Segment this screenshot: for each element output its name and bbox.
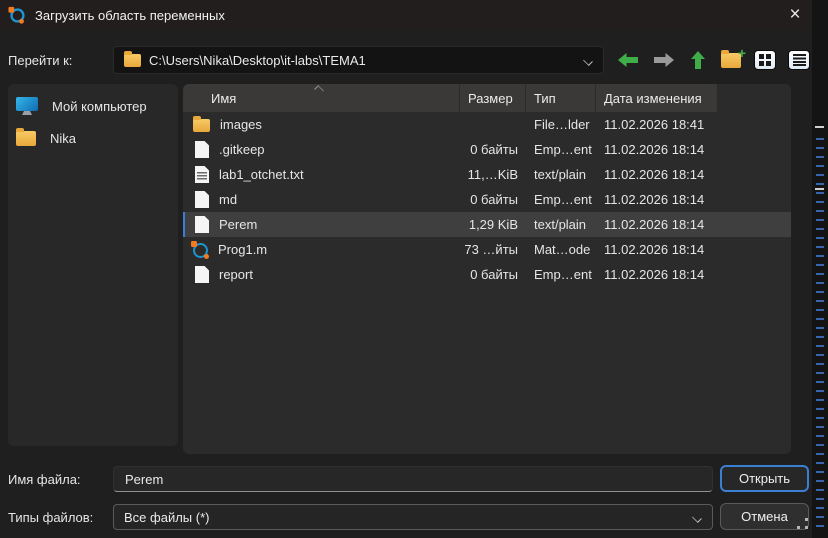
- background-window-sliver: [812, 0, 828, 538]
- table-row[interactable]: Prog1.m 73 …йты Mat…ode 11.02.2026 18:14: [183, 237, 791, 262]
- grid-view-icon: [754, 50, 776, 70]
- resize-grip[interactable]: [797, 517, 811, 531]
- folder-icon: [124, 54, 141, 67]
- path-value: C:\Users\Nika\Desktop\it-labs\TEMA1: [149, 53, 366, 68]
- filetype-label: Типы файлов:: [8, 510, 93, 525]
- file-icon: [195, 141, 209, 158]
- chevron-down-icon: [692, 512, 702, 522]
- sort-ascending-icon: [313, 84, 325, 91]
- background-code-text: [816, 138, 824, 534]
- path-combobox[interactable]: C:\Users\Nika\Desktop\it-labs\TEMA1: [113, 46, 604, 74]
- list-view-button[interactable]: [785, 47, 813, 73]
- octave-file-icon: [193, 243, 208, 258]
- column-header-type[interactable]: Тип: [526, 84, 596, 112]
- folder-icon: [16, 131, 36, 146]
- sidebar-item-home[interactable]: Nika: [8, 122, 178, 154]
- file-icon: [195, 266, 209, 283]
- folder-icon: [193, 119, 210, 132]
- table-row-selected[interactable]: Perem 1,29 KiB text/plain 11.02.2026 18:…: [183, 212, 791, 237]
- file-icon: [195, 191, 209, 208]
- sidebar-item-computer[interactable]: Мой компьютер: [8, 90, 178, 122]
- back-button[interactable]: [614, 47, 642, 73]
- filename-label: Имя файла:: [8, 472, 81, 487]
- title-bar: Загрузить область переменных ×: [0, 0, 812, 30]
- table-row[interactable]: report 0 байты Emp…ent 11.02.2026 18:14: [183, 262, 791, 287]
- filetype-select[interactable]: Все файлы (*): [113, 504, 713, 530]
- places-sidebar: Мой компьютер Nika: [8, 84, 178, 446]
- window-title: Загрузить область переменных: [35, 8, 225, 23]
- cancel-button[interactable]: Отмена: [720, 503, 809, 530]
- up-directory-button[interactable]: [684, 47, 712, 73]
- file-list-panel: Имя Размер Тип Дата изменения images Fil…: [183, 84, 791, 454]
- column-header-size[interactable]: Размер: [460, 84, 526, 112]
- file-dialog-window: Загрузить область переменных × Перейти к…: [0, 0, 812, 538]
- table-row[interactable]: lab1_otchet.txt 11,…KiB text/plain 11.02…: [183, 162, 791, 187]
- icon-view-button[interactable]: [751, 47, 779, 73]
- text-file-icon: [195, 166, 209, 183]
- computer-icon: [16, 97, 38, 115]
- column-header-modified[interactable]: Дата изменения: [596, 84, 718, 112]
- goto-label: Перейти к:: [8, 53, 72, 68]
- back-arrow-icon: [617, 52, 639, 68]
- column-header-filler: [718, 84, 791, 112]
- chevron-down-icon: [583, 55, 593, 65]
- filename-input[interactable]: [113, 466, 713, 492]
- filetype-value: Все файлы (*): [124, 510, 209, 525]
- close-button[interactable]: ×: [778, 0, 812, 30]
- new-folder-button[interactable]: +: [717, 47, 745, 73]
- file-icon: [195, 216, 209, 233]
- table-row[interactable]: .gitkeep 0 байты Emp…ent 11.02.2026 18:1…: [183, 137, 791, 162]
- octave-logo-icon: [8, 6, 26, 24]
- forward-button[interactable]: [650, 47, 678, 73]
- table-row[interactable]: images File…lder 11.02.2026 18:41: [183, 112, 791, 137]
- table-row[interactable]: md 0 байты Emp…ent 11.02.2026 18:14: [183, 187, 791, 212]
- up-arrow-icon: [690, 50, 706, 70]
- forward-arrow-icon: [653, 52, 675, 68]
- open-button[interactable]: Открыть: [720, 465, 809, 492]
- new-folder-icon: +: [721, 53, 741, 68]
- list-view-icon: [788, 50, 810, 70]
- table-header: Имя Размер Тип Дата изменения: [183, 84, 791, 112]
